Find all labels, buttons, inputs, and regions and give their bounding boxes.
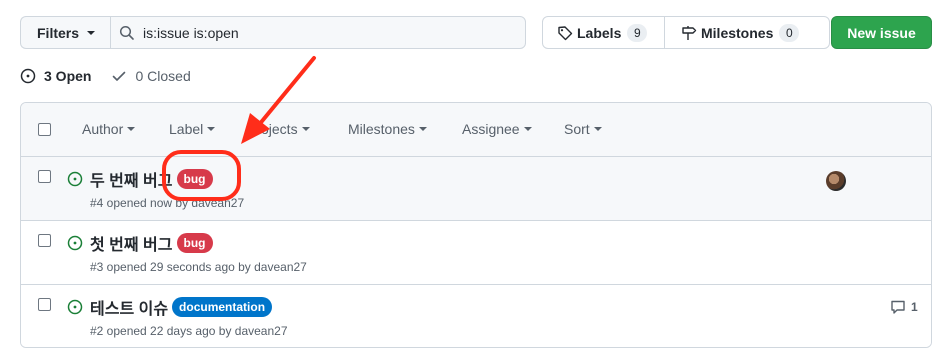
assignee-filter-label: Assignee [462,121,520,137]
issue-label-bug[interactable]: bug [176,233,213,253]
chevron-down-icon [523,127,532,131]
issue-row[interactable]: 테스트 이슈 documentation #2 opened 22 days a… [21,285,931,347]
comment-count: 1 [911,300,918,314]
issue-meta: #3 opened 29 seconds ago by davean27 [90,260,307,274]
issue-row[interactable]: 두 번째 버그 bug #4 opened now by davean27 [21,157,931,221]
issue-title-link[interactable]: 두 번째 버그 [90,167,173,191]
milestones-button[interactable]: Milestones 0 [665,17,829,48]
issue-checkbox[interactable] [38,170,51,183]
issue-title-link[interactable]: 테스트 이슈 [90,295,168,319]
issues-toolbar: Filters Labels 9 Milestone [20,16,932,50]
open-issues-label: 3 Open [44,68,92,84]
issue-state-tabs: 3 Open 0 Closed [20,66,191,86]
labels-button-label: Labels [577,24,622,41]
search-input[interactable] [143,24,523,41]
issue-title-line: 두 번째 버그 bug [90,167,213,191]
issue-title-line: 테스트 이슈 documentation [90,295,273,319]
issue-opened-icon [67,299,83,315]
chevron-down-icon [418,127,427,131]
chevron-down-icon [127,127,136,131]
issue-label-documentation[interactable]: documentation [172,297,273,317]
milestone-icon [682,25,697,40]
label-filter-label: Label [169,121,204,137]
tag-icon [558,25,573,40]
issues-list-header: Author Label Projects Milestones Assigne… [21,103,931,157]
issue-checkbox[interactable] [38,298,51,311]
chevron-down-icon [593,127,602,131]
labels-milestones-group: Labels 9 Milestones 0 [542,16,830,49]
labels-button[interactable]: Labels 9 [543,17,665,48]
chevron-down-icon [301,127,310,131]
label-filter[interactable]: Label [169,121,216,137]
chevron-down-icon [87,30,96,35]
filters-search-group: Filters [20,16,526,49]
select-all-checkbox[interactable] [38,123,51,136]
milestones-filter-label: Milestones [348,121,415,137]
labels-count: 9 [627,23,648,42]
chevron-down-icon [207,127,216,131]
issue-opened-icon [67,171,83,187]
new-issue-button[interactable]: New issue [831,16,932,49]
issues-list: Author Label Projects Milestones Assigne… [20,102,932,348]
filters-button-label: Filters [37,24,80,41]
check-icon [113,71,126,81]
issue-row[interactable]: 첫 번째 버그 bug #3 opened 29 seconds ago by … [21,221,931,285]
author-filter[interactable]: Author [82,121,136,137]
sort-filter[interactable]: Sort [564,121,602,137]
issue-title-link[interactable]: 첫 번째 버그 [90,231,173,255]
issue-opened-icon [20,68,36,84]
projects-filter[interactable]: Projects [247,121,310,137]
milestones-button-label: Milestones [701,24,774,41]
closed-issues-label: 0 Closed [135,68,191,84]
issue-title-line: 첫 번째 버그 bug [90,231,213,255]
comments-link[interactable]: 1 [890,299,918,315]
milestones-filter[interactable]: Milestones [348,121,427,137]
assignee-avatar[interactable] [826,171,846,191]
comment-icon [891,300,905,314]
issue-meta: #2 opened 22 days ago by davean27 [90,324,288,338]
search-box[interactable] [110,16,526,49]
assignee-filter[interactable]: Assignee [462,121,532,137]
closed-issues-tab[interactable]: 0 Closed [111,68,191,84]
open-issues-tab[interactable]: 3 Open [20,68,91,84]
issue-opened-icon [67,235,83,251]
issue-checkbox[interactable] [38,234,51,247]
milestones-count: 0 [779,23,800,42]
issue-meta: #4 opened now by davean27 [90,196,245,210]
search-icon [119,25,134,40]
issue-label-bug[interactable]: bug [176,169,213,189]
filters-button[interactable]: Filters [20,16,110,49]
sort-filter-label: Sort [564,121,590,137]
projects-filter-label: Projects [247,121,298,137]
author-filter-label: Author [82,121,124,137]
